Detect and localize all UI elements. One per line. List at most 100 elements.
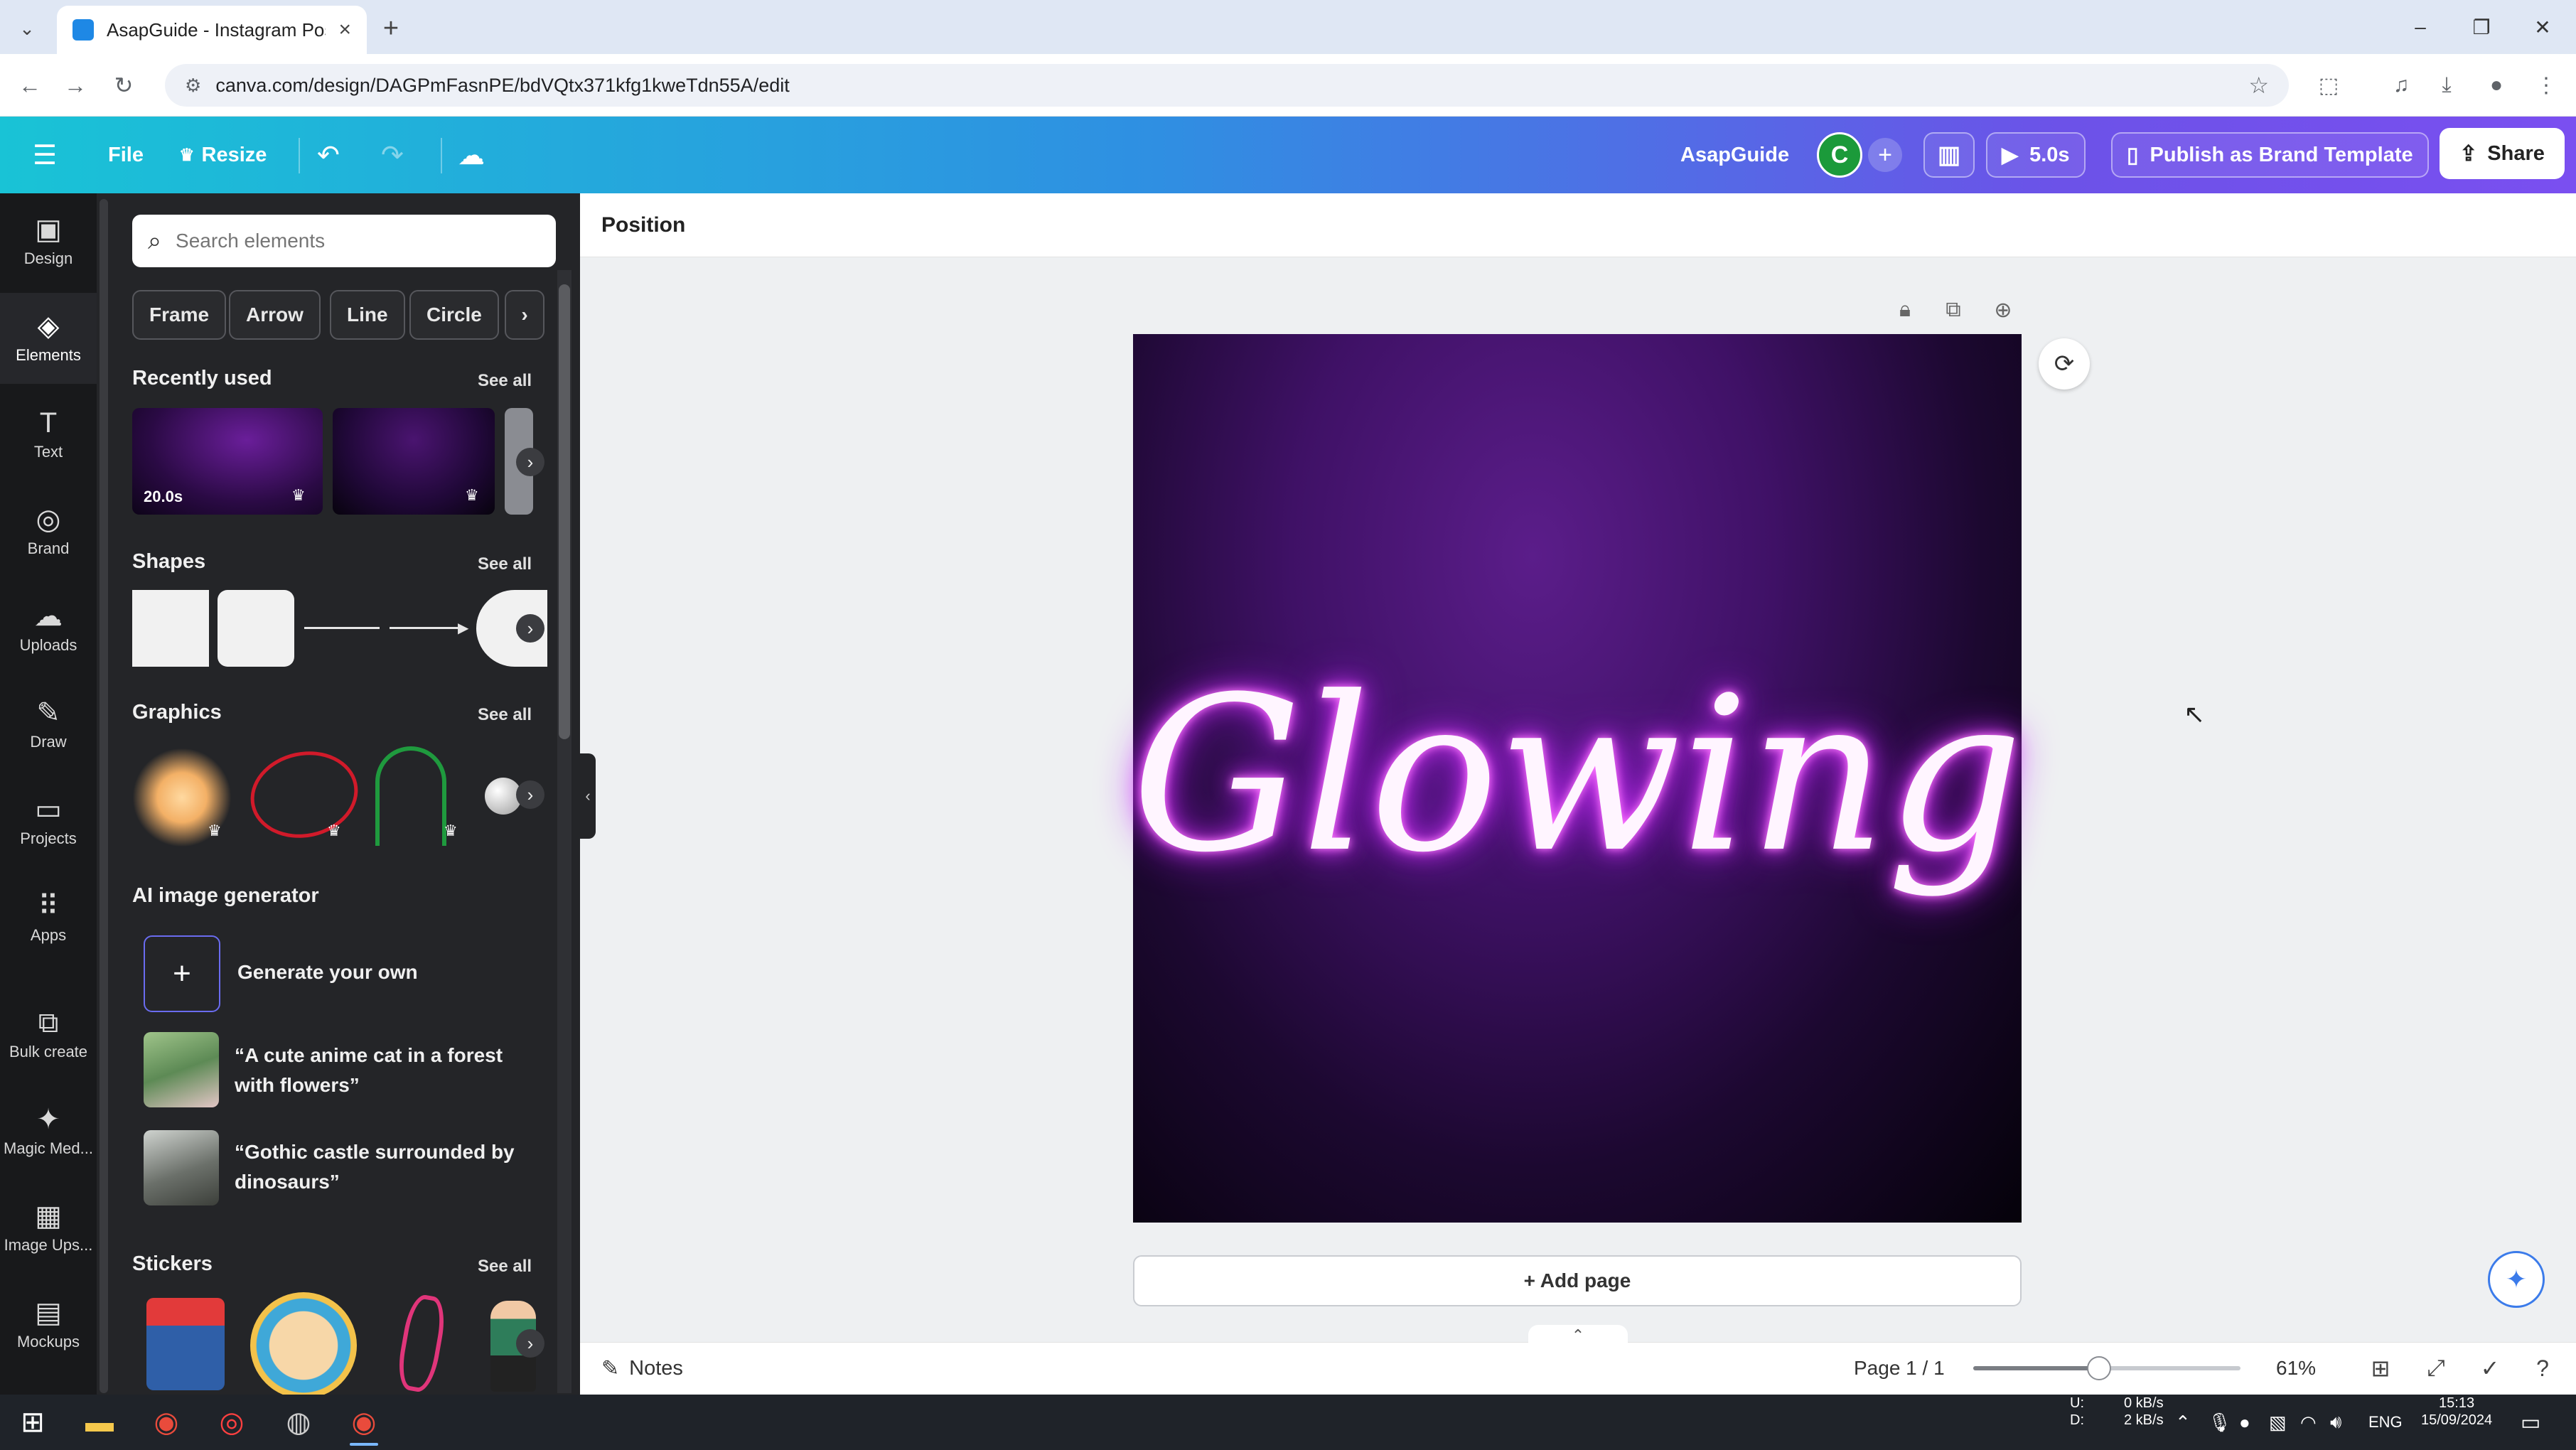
rail-item-design[interactable]: ▣ Design [0, 196, 97, 287]
tray-expand-icon[interactable]: ⌃ [2175, 1395, 2191, 1450]
recorder-icon[interactable]: ◎ [206, 1397, 257, 1447]
team-name[interactable]: AsapGuide [1680, 117, 1789, 193]
rail-item-image-ups[interactable]: ▦ Image Ups... [0, 1183, 97, 1274]
shape-arrow-line[interactable] [390, 627, 461, 629]
notifications-icon[interactable]: ▭ [2521, 1395, 2540, 1450]
refresh-icon[interactable]: ⟳ [2039, 338, 2090, 390]
media-controls-icon[interactable]: ♫ [2384, 68, 2418, 102]
avatar[interactable]: C [1817, 132, 1862, 178]
clock[interactable]: 15:13 15/09/2024 [2421, 1395, 2492, 1450]
analytics-button[interactable]: ▥ [1923, 132, 1975, 178]
ai-prompt-thumbnail-cat[interactable] [144, 1032, 219, 1107]
redo-icon[interactable]: ↷ [381, 117, 404, 193]
recent-item[interactable]: ♛ [333, 408, 495, 515]
rail-item-text[interactable]: T Text [0, 390, 97, 480]
close-tab-icon[interactable]: × [338, 18, 351, 42]
neon-text[interactable]: Glowing [1132, 625, 2023, 924]
recent-next-icon[interactable]: › [516, 448, 544, 476]
search-input[interactable] [174, 229, 519, 253]
search-box[interactable]: ⌕ [132, 215, 556, 267]
present-button[interactable]: ▶ 5.0s [1986, 132, 2086, 178]
language-indicator[interactable]: ENG [2368, 1395, 2403, 1450]
file-menu-button[interactable]: File [108, 117, 144, 193]
magic-assistant-icon[interactable]: ✦ [2488, 1251, 2545, 1308]
graphics-next-icon[interactable]: › [516, 780, 544, 809]
rail-item-draw[interactable]: ✎ Draw [0, 680, 97, 770]
obs-icon[interactable]: ◍ [273, 1397, 324, 1447]
fullscreen-icon[interactable]: ⤢ [2420, 1352, 2452, 1385]
chip-frame[interactable]: Frame [132, 290, 227, 340]
chip-circle[interactable]: Circle [409, 290, 499, 340]
minimize-window-icon[interactable]: – [2395, 10, 2445, 44]
volume-icon[interactable]: 🔊︎ [2330, 1395, 2341, 1450]
browser-tab-active[interactable]: AsapGuide - Instagram Post × [57, 6, 367, 54]
close-window-icon[interactable]: ✕ [2518, 10, 2567, 44]
zoom-value[interactable]: 61% [2276, 1342, 2316, 1395]
ai-prompt-castle[interactable]: “Gothic castle surrounded by dinosaurs” [235, 1137, 519, 1197]
rail-item-apps[interactable]: ⠿ Apps [0, 873, 97, 964]
back-icon[interactable]: ← [13, 68, 47, 102]
forward-icon[interactable]: → [58, 68, 92, 102]
bookmark-star-icon[interactable]: ☆ [2248, 72, 2269, 99]
undo-icon[interactable]: ↶ [317, 117, 340, 193]
zoom-slider-handle[interactable] [2086, 1356, 2111, 1380]
shape-square[interactable] [132, 590, 209, 667]
rail-item-mockups[interactable]: ▤ Mockups [0, 1279, 97, 1370]
rail-item-brand[interactable]: ◎ Brand [0, 486, 97, 577]
rail-item-projects[interactable]: ▭ Projects [0, 776, 97, 867]
rail-scrollbar[interactable] [100, 199, 108, 1393]
shapes-see-all[interactable]: See all [478, 554, 532, 574]
grid-view-icon[interactable]: ⊞ [2364, 1352, 2397, 1385]
shape-rounded-square[interactable] [218, 590, 294, 667]
tab-list-dropdown-icon[interactable]: ⌄ [11, 13, 43, 44]
panel-scrollbar-thumb[interactable] [559, 284, 570, 739]
tray-display-icon[interactable]: ▧ [2269, 1395, 2287, 1450]
add-collaborator-icon[interactable]: + [1868, 138, 1902, 172]
graphic-green-arrow[interactable] [375, 746, 446, 846]
expand-pages-icon[interactable]: ⌃ [1528, 1325, 1628, 1346]
generate-your-own-link[interactable]: Generate your own [237, 961, 418, 984]
chip-arrow[interactable]: Arrow [229, 290, 321, 340]
rail-item-magic-med[interactable]: ✦ Magic Med... [0, 1086, 97, 1177]
sticker-item[interactable] [146, 1298, 225, 1390]
position-button[interactable]: Position [601, 193, 685, 257]
extensions-icon[interactable]: ⬚ [2312, 68, 2346, 102]
stickers-next-icon[interactable]: › [516, 1329, 544, 1358]
sticker-item[interactable] [250, 1292, 357, 1399]
publish-brand-template-button[interactable]: ▯ Publish as Brand Template [2111, 132, 2429, 178]
address-bar[interactable]: ⚙ canva.com/design/DAGPmFasnPE/bdVQtx371… [165, 64, 2289, 107]
downloads-icon[interactable]: ⤓ [2430, 68, 2464, 102]
share-button[interactable]: ⇪ Share [2440, 128, 2565, 179]
wifi-icon[interactable]: ◠ [2300, 1395, 2317, 1450]
recently-used-see-all[interactable]: See all [478, 371, 532, 391]
ai-prompt-thumbnail-castle[interactable] [144, 1130, 219, 1205]
browser-menu-icon[interactable]: ⋮ [2529, 68, 2563, 102]
new-tab-icon[interactable]: + [375, 13, 407, 44]
tray-app-icon[interactable]: ● [2239, 1395, 2250, 1450]
chrome-active-icon[interactable]: ◉ [338, 1397, 390, 1447]
help-icon[interactable]: ? [2526, 1352, 2559, 1385]
recent-item[interactable]: 20.0s ♛ [132, 408, 323, 515]
check-icon[interactable]: ✓ [2474, 1352, 2506, 1385]
rail-item-bulk-create[interactable]: ⧉ Bulk create [0, 989, 97, 1080]
microphone-icon[interactable]: 🎙︎ [2208, 1395, 2231, 1450]
file-explorer-icon[interactable]: ▬ [74, 1397, 125, 1447]
profile-icon[interactable]: ● [2479, 68, 2513, 102]
site-info-icon[interactable]: ⚙ [185, 75, 201, 97]
add-page-button[interactable]: + Add page [1133, 1255, 2022, 1306]
chip-line[interactable]: Line [330, 290, 405, 340]
ai-prompt-cat[interactable]: “A cute anime cat in a forest with flowe… [235, 1041, 505, 1100]
collapse-panel-icon[interactable]: ‹ [580, 753, 596, 839]
windows-start-icon[interactable]: ⊞ [7, 1397, 58, 1447]
lock-icon[interactable]: 🔒︎ [1888, 293, 1922, 327]
chips-next-icon[interactable]: › [505, 290, 544, 340]
graphics-see-all[interactable]: See all [478, 705, 532, 725]
generate-plus-icon[interactable]: + [144, 935, 220, 1012]
add-page-icon[interactable]: ⊕ [1986, 293, 2020, 327]
chrome-icon[interactable]: ◉ [141, 1397, 192, 1447]
duplicate-page-icon[interactable]: ⧉ [1936, 293, 1970, 327]
shape-line[interactable] [304, 627, 380, 629]
stickers-see-all[interactable]: See all [478, 1257, 532, 1277]
reload-icon[interactable]: ↻ [107, 68, 141, 102]
notes-button[interactable]: ✎ Notes [601, 1342, 683, 1395]
